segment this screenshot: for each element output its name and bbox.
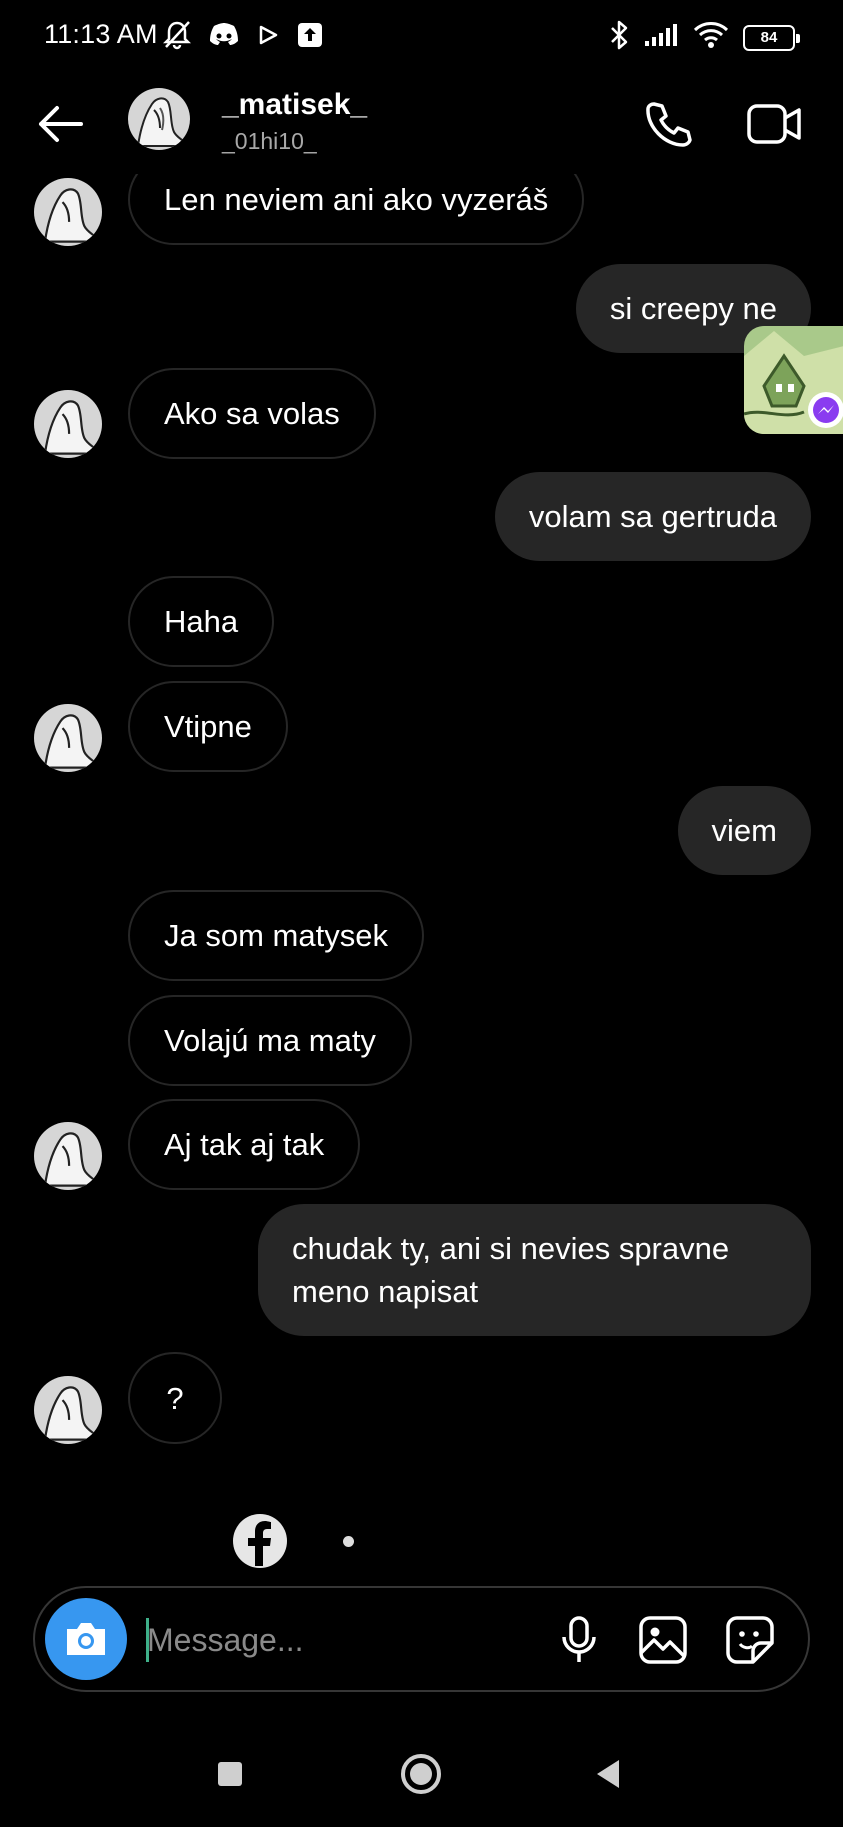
message-incoming[interactable]: ?	[128, 1352, 222, 1444]
status-bar: 11:13 AM 84	[0, 0, 843, 74]
message-outgoing[interactable]: viem	[677, 786, 811, 875]
gallery-button[interactable]	[633, 1610, 693, 1670]
back-button[interactable]	[30, 94, 90, 154]
nav-back-button[interactable]	[578, 1744, 638, 1804]
video-camera-icon	[747, 104, 801, 144]
sender-avatar[interactable]	[34, 178, 102, 246]
signal-icon	[643, 23, 679, 52]
gallery-icon	[639, 1616, 687, 1664]
recents-square-icon	[218, 1762, 242, 1786]
message-incoming[interactable]: Ako sa volas	[128, 368, 376, 459]
upload-icon	[297, 22, 323, 53]
home-button[interactable]	[391, 1744, 451, 1804]
contact-username[interactable]: _01hi10_	[222, 128, 317, 155]
sender-avatar[interactable]	[34, 1122, 102, 1190]
header-avatar[interactable]	[128, 88, 190, 150]
back-arrow-icon	[39, 106, 83, 142]
battery-icon: 84	[743, 24, 800, 51]
message-input[interactable]	[147, 1610, 547, 1670]
message-incoming[interactable]: Volajú ma maty	[128, 995, 412, 1086]
message-outgoing[interactable]: volam sa gertruda	[494, 472, 811, 561]
sender-avatar[interactable]	[34, 1376, 102, 1444]
bluetooth-icon	[609, 20, 629, 55]
audio-call-button[interactable]	[638, 94, 698, 154]
message-incoming[interactable]: Ja som matysek	[128, 890, 424, 981]
sender-avatar[interactable]	[34, 390, 102, 458]
sender-avatar[interactable]	[34, 704, 102, 772]
microphone-icon	[562, 1616, 596, 1662]
play-icon	[257, 24, 279, 51]
phone-icon	[646, 102, 692, 147]
home-circle-icon	[401, 1754, 441, 1794]
camera-button[interactable]	[45, 1598, 127, 1680]
mute-bell-icon	[162, 20, 192, 55]
sticker-button[interactable]	[720, 1610, 780, 1670]
contact-name[interactable]: _matisek_	[222, 88, 367, 122]
messenger-chat-head[interactable]	[744, 326, 843, 434]
message-composer	[33, 1586, 810, 1692]
message-incoming[interactable]: Aj tak aj tak	[128, 1099, 361, 1190]
message-incoming[interactable]: Len neviem ani ako vyzeráš	[128, 174, 585, 245]
back-triangle-icon	[597, 1760, 619, 1788]
message-outgoing[interactable]: chudak ty, ani si nevies spravne meno na…	[258, 1204, 811, 1336]
status-time: 11:13 AM	[44, 19, 158, 49]
message-incoming[interactable]: Haha	[128, 576, 275, 667]
sticker-icon	[726, 1616, 774, 1664]
chat-header: _matisek_ _01hi10_	[0, 74, 843, 174]
discord-icon	[209, 22, 239, 53]
message-thread[interactable]: Len neviem ani ako vyzeráš si creepy ne …	[0, 174, 843, 1584]
wifi-icon	[693, 21, 729, 54]
facebook-icon	[231, 1512, 289, 1570]
message-incoming[interactable]: Vtipne	[128, 681, 288, 772]
recents-button[interactable]	[200, 1744, 260, 1804]
typing-dot	[343, 1536, 354, 1547]
camera-icon	[67, 1623, 105, 1655]
video-call-button[interactable]	[742, 94, 808, 154]
voice-message-button[interactable]	[549, 1610, 609, 1670]
system-navigation-bar	[0, 1730, 843, 1827]
